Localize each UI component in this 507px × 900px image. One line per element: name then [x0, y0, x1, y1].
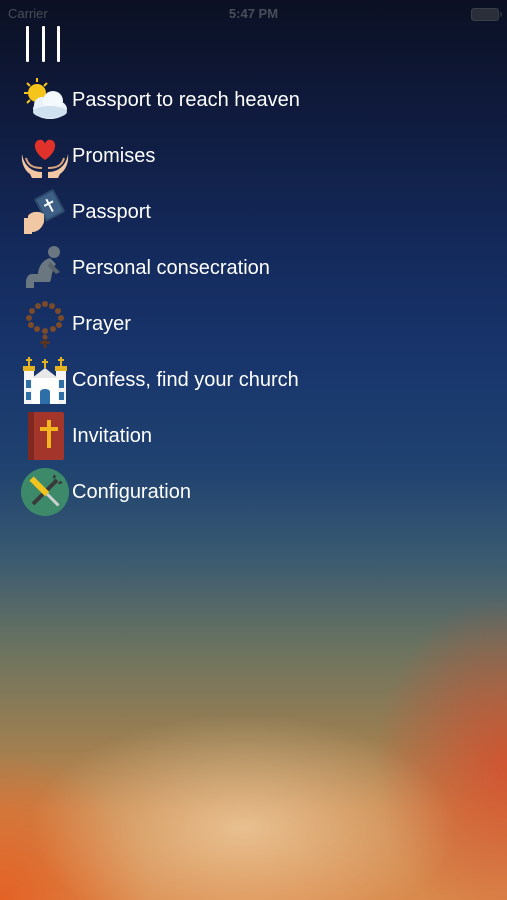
menu-item-label: Promises	[72, 144, 156, 167]
menu-toggle-button[interactable]	[26, 26, 60, 62]
menu-bar-icon	[26, 26, 29, 62]
menu-item-label: Passport to reach heaven	[72, 88, 300, 111]
status-bar: Carrier 5:47 PM	[0, 0, 507, 28]
church-icon	[20, 355, 70, 405]
menu-item-personal-consecration[interactable]: Personal consecration	[20, 240, 300, 296]
side-menu: Passport to reach heaven Promises Passpo…	[20, 72, 300, 520]
heart-hands-icon	[20, 131, 70, 181]
carrier-label: Carrier	[8, 6, 48, 21]
menu-item-label: Invitation	[72, 424, 153, 447]
battery-icon	[471, 8, 502, 21]
menu-item-invitation[interactable]: Invitation	[20, 408, 300, 464]
menu-item-label: Configuration	[72, 480, 191, 503]
menu-item-label: Prayer	[72, 312, 131, 335]
menu-item-label: Passport	[72, 200, 151, 223]
bible-book-icon	[20, 411, 70, 461]
menu-item-passport-to-heaven[interactable]: Passport to reach heaven	[20, 72, 300, 128]
menu-item-prayer[interactable]: Prayer	[20, 296, 300, 352]
menu-item-confess-find-church[interactable]: Confess, find your church	[20, 352, 300, 408]
clock: 5:47 PM	[228, 6, 279, 21]
menu-bar-icon	[41, 26, 45, 62]
menu-bar-icon	[57, 26, 60, 62]
menu-item-configuration[interactable]: Configuration	[20, 464, 300, 520]
menu-item-promises[interactable]: Promises	[20, 128, 300, 184]
sun-cloud-icon	[20, 75, 70, 125]
menu-item-passport[interactable]: Passport	[20, 184, 300, 240]
menu-item-label: Confess, find your church	[72, 368, 299, 391]
kneeling-person-icon	[20, 243, 70, 293]
menu-item-label: Personal consecration	[72, 256, 270, 279]
tools-icon	[20, 467, 70, 517]
rosary-icon	[20, 299, 70, 349]
hand-bible-icon	[20, 187, 70, 237]
